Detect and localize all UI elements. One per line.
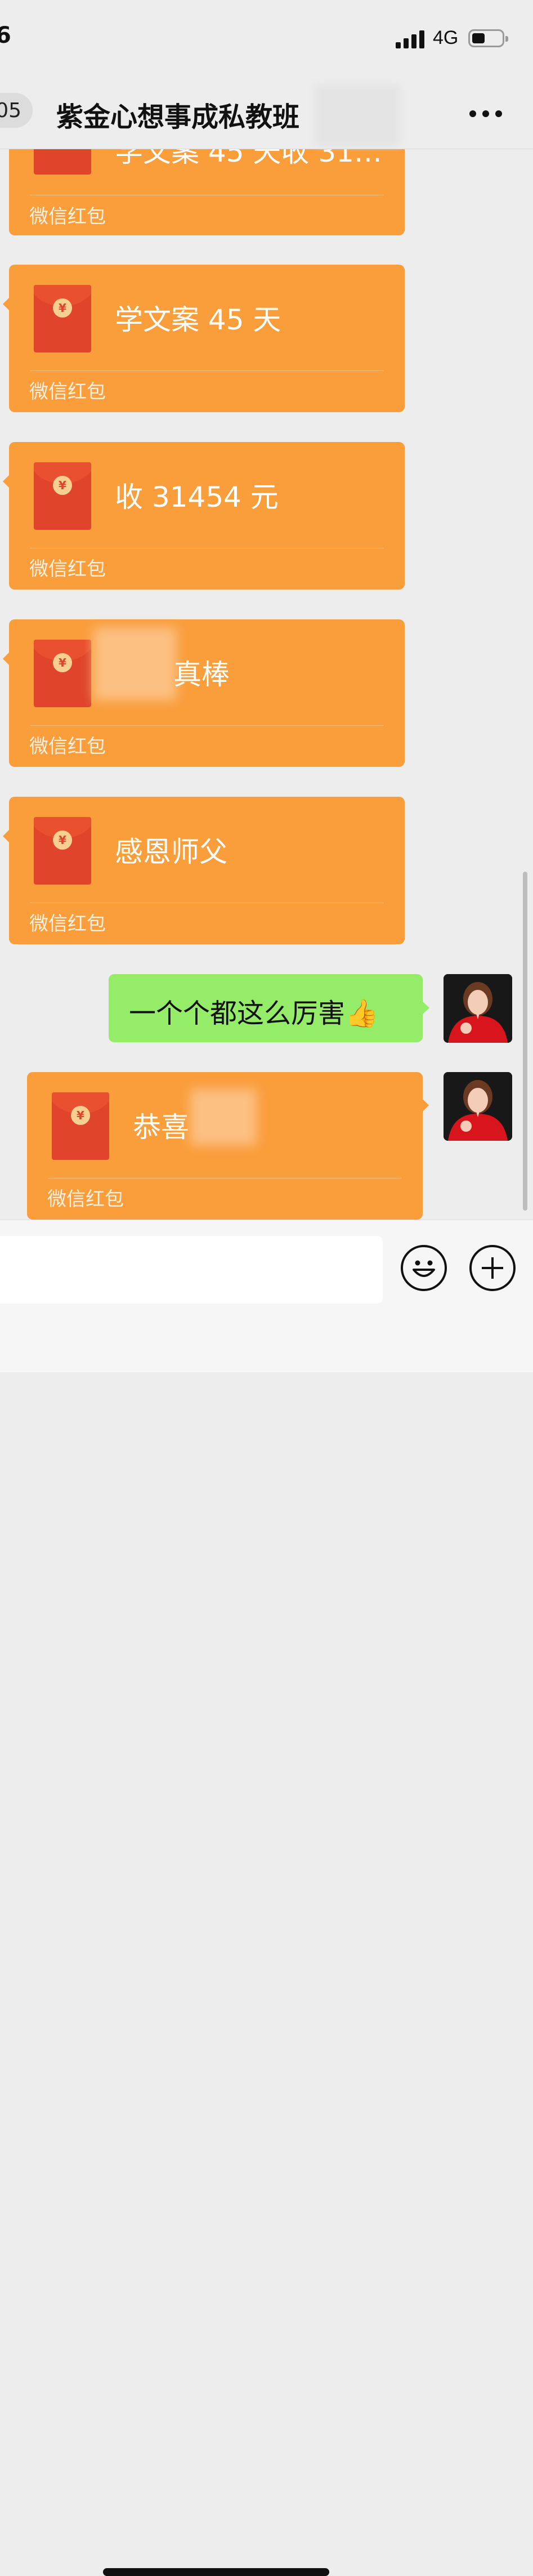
red-packet-icon: ¥ bbox=[34, 285, 91, 352]
add-icon[interactable] bbox=[469, 1245, 516, 1291]
input-bar bbox=[0, 1220, 533, 2576]
red-packet-icon: ¥ bbox=[34, 640, 91, 707]
network-type: 4G bbox=[433, 27, 459, 48]
status-time: 6 bbox=[0, 23, 11, 48]
red-packet-label: 微信红包 bbox=[29, 381, 106, 403]
red-packet-message[interactable]: ¥ 感恩师父 微信红包 bbox=[3, 797, 405, 944]
blurred-text bbox=[190, 1089, 257, 1145]
red-packet-message[interactable]: ¥ 恭喜 微信红包 bbox=[27, 1072, 429, 1220]
chat-header: 05 紫金心想事成私教班 bbox=[0, 79, 533, 149]
red-packet-icon: ¥ bbox=[34, 817, 91, 885]
user-avatar[interactable] bbox=[444, 974, 512, 1043]
blurred-text bbox=[315, 84, 400, 146]
red-packet-message[interactable]: ¥ 收 31454 元 微信红包 bbox=[3, 442, 405, 590]
user-avatar[interactable] bbox=[444, 1072, 512, 1141]
chat-message-list[interactable]: ¥ 学文案 45 天收 31… 微信红包 ¥ 学文案 45 天 微信红包 ¥ 收… bbox=[0, 0, 533, 1220]
red-packet-text: 收 31454 元 bbox=[115, 481, 279, 514]
red-packet-text: 恭喜 bbox=[133, 1111, 189, 1144]
scrollbar[interactable] bbox=[523, 872, 527, 1211]
message-input[interactable] bbox=[0, 1236, 383, 1303]
more-options-icon[interactable] bbox=[467, 110, 504, 118]
red-packet-text: 学文案 45 天 bbox=[115, 303, 281, 336]
home-indicator[interactable] bbox=[103, 2568, 329, 2576]
red-packet-message[interactable]: ¥ 真棒 微信红包 bbox=[3, 619, 405, 767]
red-packet-label: 微信红包 bbox=[29, 206, 106, 228]
red-packet-icon: ¥ bbox=[52, 1092, 109, 1160]
red-packet-message[interactable]: ¥ 学文案 45 天 微信红包 bbox=[3, 265, 405, 412]
blurred-text bbox=[93, 627, 177, 700]
red-packet-label: 微信红包 bbox=[47, 1188, 124, 1211]
red-packet-text: 真棒 bbox=[173, 658, 230, 691]
status-bar: 6 4G bbox=[0, 0, 533, 79]
back-button[interactable]: 05 bbox=[0, 93, 33, 128]
red-packet-label: 微信红包 bbox=[29, 558, 106, 581]
red-packet-text: 感恩师父 bbox=[115, 836, 227, 868]
battery-icon bbox=[468, 29, 508, 47]
signal-icon bbox=[396, 29, 426, 48]
emoji-icon[interactable] bbox=[401, 1245, 447, 1291]
message-text: 一个个都这么厉害👍 bbox=[129, 998, 379, 1029]
self-text-message[interactable]: 一个个都这么厉害👍 bbox=[109, 974, 429, 1042]
chat-title: 紫金心想事成私教班 bbox=[56, 101, 300, 133]
divider bbox=[30, 370, 383, 371]
red-packet-label: 微信红包 bbox=[29, 913, 106, 935]
red-packet-label: 微信红包 bbox=[29, 735, 106, 758]
divider bbox=[30, 725, 383, 726]
red-packet-icon: ¥ bbox=[34, 462, 91, 530]
